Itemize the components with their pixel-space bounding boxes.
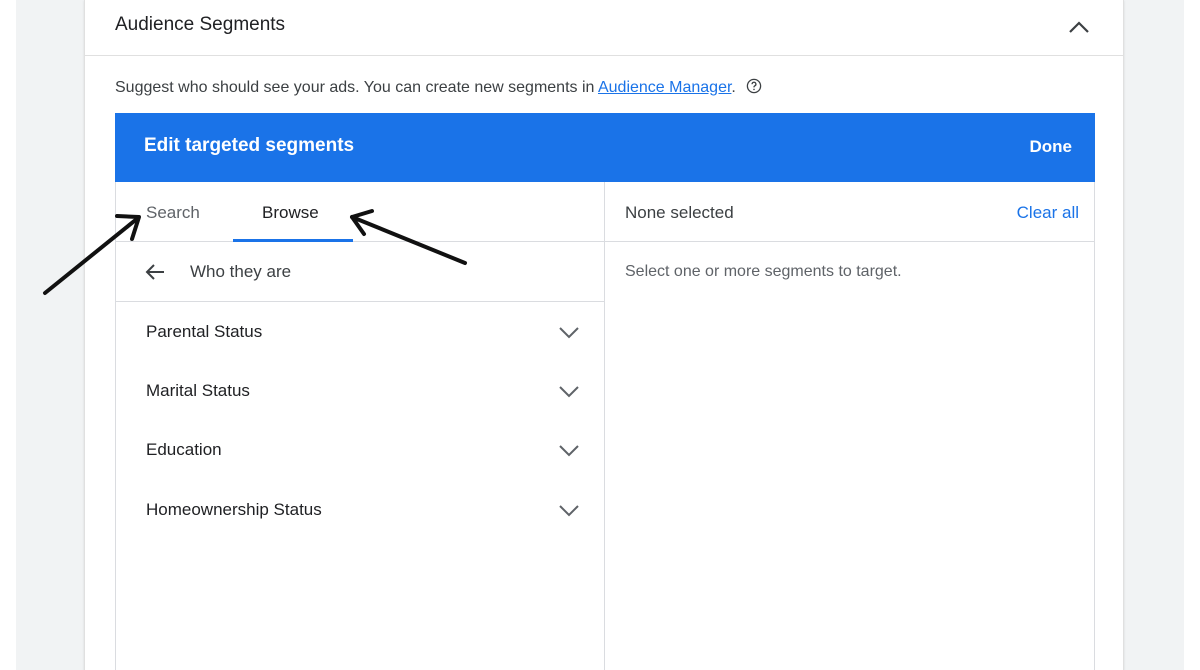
clear-all-button[interactable]: Clear all — [1017, 203, 1079, 223]
help-icon[interactable] — [746, 78, 762, 94]
section-description: Suggest who should see your ads. You can… — [115, 78, 762, 97]
description-suffix: . — [731, 79, 736, 96]
list-item-label: Homeownership Status — [146, 500, 322, 519]
list-item-label: Parental Status — [146, 322, 263, 341]
chevron-up-icon[interactable] — [1065, 16, 1093, 38]
chevron-down-icon[interactable] — [557, 500, 581, 520]
list-item-education[interactable]: Education — [116, 420, 605, 479]
section-title: Audience Segments — [115, 14, 286, 35]
category-title: Who they are — [190, 262, 292, 281]
panel-tabs: Search Browse — [116, 182, 605, 242]
selection-panel: None selected Clear all Select one or mo… — [604, 182, 1095, 670]
selection-status: None selected — [625, 203, 734, 222]
list-item-parental-status[interactable]: Parental Status — [116, 302, 605, 361]
selection-header: None selected Clear all — [605, 182, 1094, 242]
tab-search[interactable]: Search — [146, 203, 200, 223]
tab-browse[interactable]: Browse — [262, 203, 319, 223]
browse-panel: Search Browse Who they are Parental Stat… — [115, 182, 605, 670]
editor-title: Edit targeted segments — [144, 135, 355, 156]
arrow-back-icon[interactable] — [144, 261, 166, 283]
empty-selection-hint: Select one or more segments to target. — [625, 263, 902, 280]
list-item-label: Education — [146, 440, 222, 459]
list-item-marital-status[interactable]: Marital Status — [116, 361, 605, 420]
chevron-down-icon[interactable] — [557, 322, 581, 342]
done-button[interactable]: Done — [1030, 137, 1073, 157]
card-header[interactable]: Audience Segments — [85, 0, 1123, 56]
description-text: Suggest who should see your ads. You can… — [115, 79, 598, 96]
audience-manager-link[interactable]: Audience Manager — [598, 79, 731, 96]
editor-header: Edit targeted segments Done — [115, 113, 1095, 182]
chevron-down-icon[interactable] — [557, 440, 581, 460]
chevron-down-icon[interactable] — [557, 381, 581, 401]
audience-segments-card: Audience Segments Suggest who should see… — [84, 0, 1124, 670]
list-item-label: Marital Status — [146, 381, 250, 400]
list-item-homeownership-status[interactable]: Homeownership Status — [116, 480, 605, 539]
back-row[interactable]: Who they are — [116, 242, 605, 302]
